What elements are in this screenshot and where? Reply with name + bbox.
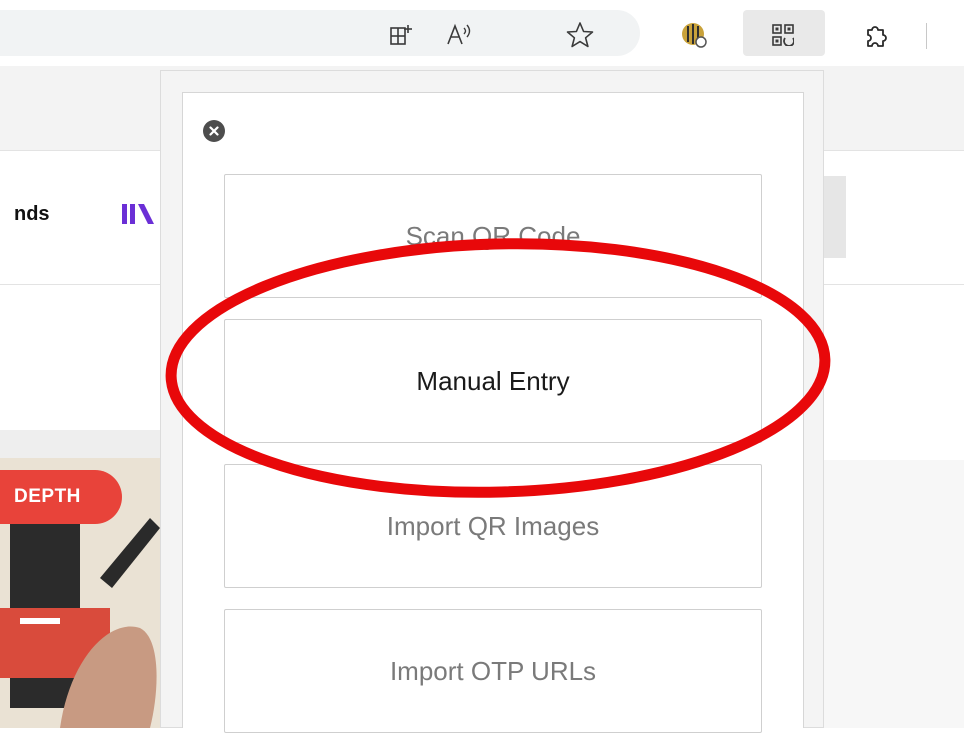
add-tab-icon[interactable]: [386, 20, 416, 50]
address-bar[interactable]: [0, 10, 640, 56]
manual-entry-button[interactable]: Manual Entry: [224, 319, 762, 443]
category-badge[interactable]: DEPTH: [0, 470, 122, 524]
side-card: [820, 460, 964, 728]
scan-qr-code-button[interactable]: Scan QR Code: [224, 174, 762, 298]
qr-authenticator-icon[interactable]: [768, 20, 798, 50]
site-logo-icon[interactable]: [120, 200, 160, 228]
close-icon[interactable]: [203, 120, 225, 142]
import-otp-urls-button[interactable]: Import OTP URLs: [224, 609, 762, 733]
nav-link[interactable]: nds: [14, 203, 50, 226]
favorite-star-icon[interactable]: [565, 20, 595, 50]
toolbar-separator: [926, 23, 927, 49]
read-aloud-icon[interactable]: [444, 20, 474, 50]
extension-icon[interactable]: [679, 20, 709, 50]
extensions-puzzle-icon[interactable]: [861, 20, 891, 50]
import-qr-images-button[interactable]: Import QR Images: [224, 464, 762, 588]
browser-toolbar: [0, 0, 964, 66]
